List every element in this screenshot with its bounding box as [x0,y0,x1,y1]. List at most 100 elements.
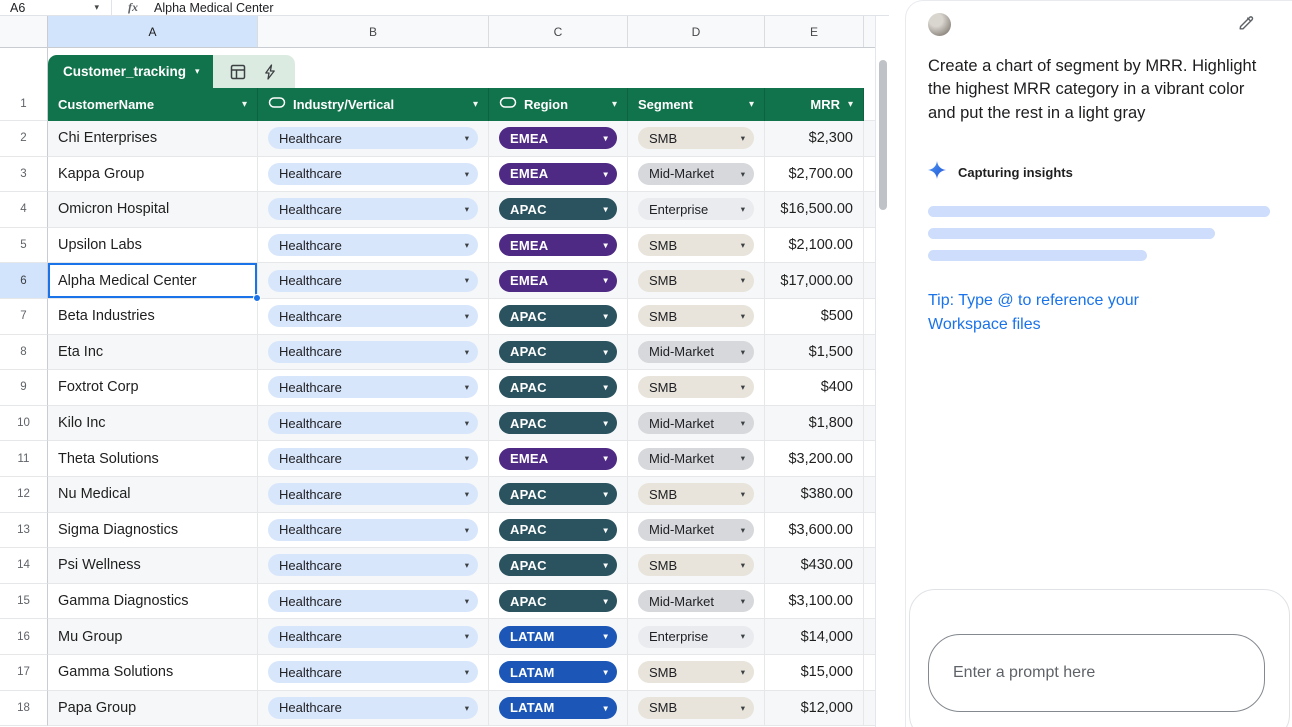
cell-segment[interactable]: Mid-Market ▾ [628,156,765,193]
row-number[interactable]: 4 [0,192,48,228]
segment-chip[interactable]: SMB ▾ [638,269,754,292]
row-number[interactable]: 18 [0,690,48,727]
cell-customer[interactable]: Papa Group [48,690,258,727]
segment-chip[interactable]: SMB ▾ [638,696,754,719]
row-number[interactable]: 2 [0,121,48,157]
cell-mrr[interactable]: $3,600.00 [765,512,864,549]
chevron-down-icon[interactable]: ▾ [741,419,745,428]
chevron-down-icon[interactable]: ▾ [195,66,200,77]
cell-segment[interactable]: Mid-Market ▾ [628,405,765,442]
segment-chip[interactable]: SMB ▾ [638,376,754,399]
prompt-input[interactable] [928,634,1265,712]
cell-industry[interactable]: Healthcare ▾ [258,619,489,655]
cell-mrr[interactable]: $430.00 [765,548,864,584]
industry-chip[interactable]: Healthcare ▾ [268,162,478,185]
cell-mrr[interactable]: $380.00 [765,476,864,513]
cell-mrr[interactable]: $3,200.00 [765,441,864,477]
row-number[interactable]: 10 [0,405,48,442]
chevron-down-icon[interactable]: ▾ [604,170,608,179]
cell-region[interactable]: LATAM ▾ [489,619,628,655]
industry-chip[interactable]: Healthcare ▾ [268,376,478,399]
chevron-down-icon[interactable]: ▾ [465,205,469,214]
segment-chip[interactable]: Mid-Market ▾ [638,340,754,363]
cell-segment[interactable]: SMB ▾ [628,476,765,513]
cell-customer[interactable]: Chi Enterprises [48,121,258,157]
chevron-down-icon[interactable]: ▾ [465,383,469,392]
cell-industry[interactable]: Healthcare ▾ [258,654,489,691]
name-box[interactable]: A6 ▾ [0,0,112,15]
chevron-down-icon[interactable]: ▾ [741,454,745,463]
cell-mrr[interactable]: $2,700.00 [765,156,864,193]
chevron-down-icon[interactable]: ▾ [741,383,745,392]
industry-chip[interactable]: Healthcare ▾ [268,554,478,577]
chevron-down-icon[interactable]: ▾ [465,134,469,143]
segment-chip[interactable]: SMB ▾ [638,127,754,150]
cell-region[interactable]: APAC ▾ [489,476,628,513]
segment-chip[interactable]: Mid-Market ▾ [638,412,754,435]
row-number[interactable]: 13 [0,512,48,549]
chevron-down-icon[interactable]: ▾ [604,205,608,214]
cell-industry[interactable]: Healthcare ▾ [258,121,489,157]
chevron-down-icon[interactable]: ▾ [465,454,469,463]
segment-chip[interactable]: Mid-Market ▾ [638,590,754,613]
chevron-down-icon[interactable]: ▾ [741,241,745,250]
cell-mrr[interactable]: $2,300 [765,121,864,157]
industry-chip[interactable]: Healthcare ▾ [268,269,478,292]
column-header-d[interactable]: D [628,16,765,47]
row-number[interactable]: 9 [0,370,48,406]
chevron-down-icon[interactable]: ▾ [604,632,608,641]
region-chip[interactable]: APAC ▾ [499,518,617,541]
region-chip[interactable]: APAC ▾ [499,483,617,506]
row-number[interactable]: 15 [0,583,48,620]
cell-mrr[interactable]: $14,000 [765,619,864,655]
chevron-down-icon[interactable]: ▾ [741,276,745,285]
fill-handle[interactable] [253,293,261,302]
lightning-bolt-icon[interactable] [258,60,282,84]
header-region[interactable]: Region ▾ [489,88,628,121]
cell-customer[interactable]: Theta Solutions [48,441,258,477]
cell-mrr[interactable]: $15,000 [765,654,864,691]
cell-mrr[interactable]: $1,800 [765,405,864,442]
chevron-down-icon[interactable]: ▾ [741,134,745,143]
industry-chip[interactable]: Healthcare ▾ [268,412,478,435]
cell-industry[interactable]: Healthcare ▾ [258,263,489,299]
chevron-down-icon[interactable]: ▾ [473,99,478,110]
cell-region[interactable]: APAC ▾ [489,583,628,620]
chevron-down-icon[interactable]: ▾ [465,561,469,570]
segment-chip[interactable]: Enterprise ▾ [638,198,754,221]
segment-chip[interactable]: SMB ▾ [638,305,754,328]
chevron-down-icon[interactable]: ▾ [604,561,608,570]
cell-industry[interactable]: Healthcare ▾ [258,690,489,727]
chevron-down-icon[interactable]: ▾ [741,561,745,570]
chevron-down-icon[interactable]: ▾ [465,276,469,285]
industry-chip[interactable]: Healthcare ▾ [268,696,478,719]
cell-region[interactable]: APAC ▾ [489,298,628,335]
segment-chip[interactable]: Mid-Market ▾ [638,447,754,470]
column-header-b[interactable]: B [258,16,489,47]
chevron-down-icon[interactable]: ▾ [604,383,608,392]
chevron-down-icon[interactable]: ▾ [604,276,608,285]
edit-pencil-icon[interactable] [1237,13,1256,37]
region-chip[interactable]: EMEA ▾ [499,234,617,257]
cell-customer[interactable]: Eta Inc [48,334,258,371]
table-name-tab[interactable]: Customer_tracking ▾ [48,55,295,88]
row-number-1[interactable]: 1 [0,88,48,121]
cell-industry[interactable]: Healthcare ▾ [258,548,489,584]
cell-mrr[interactable]: $3,100.00 [765,583,864,620]
cell-customer[interactable]: Gamma Diagnostics [48,583,258,620]
region-chip[interactable]: APAC ▾ [499,376,617,399]
row-number[interactable]: 12 [0,476,48,513]
cell-customer[interactable]: Sigma Diagnostics [48,512,258,549]
cell-segment[interactable]: Mid-Market ▾ [628,583,765,620]
cell-region[interactable]: APAC ▾ [489,548,628,584]
cell-customer[interactable]: Omicron Hospital [48,192,258,228]
chevron-down-icon[interactable]: ▾ [604,454,608,463]
row-number[interactable]: 11 [0,441,48,477]
region-chip[interactable]: EMEA ▾ [499,127,617,150]
chevron-down-icon[interactable]: ▾ [465,490,469,499]
cell-customer[interactable]: Kilo Inc [48,405,258,442]
chevron-down-icon[interactable]: ▾ [465,241,469,250]
chevron-down-icon[interactable]: ▾ [465,704,469,713]
cell-region[interactable]: EMEA ▾ [489,156,628,193]
chevron-down-icon[interactable]: ▾ [465,597,469,606]
